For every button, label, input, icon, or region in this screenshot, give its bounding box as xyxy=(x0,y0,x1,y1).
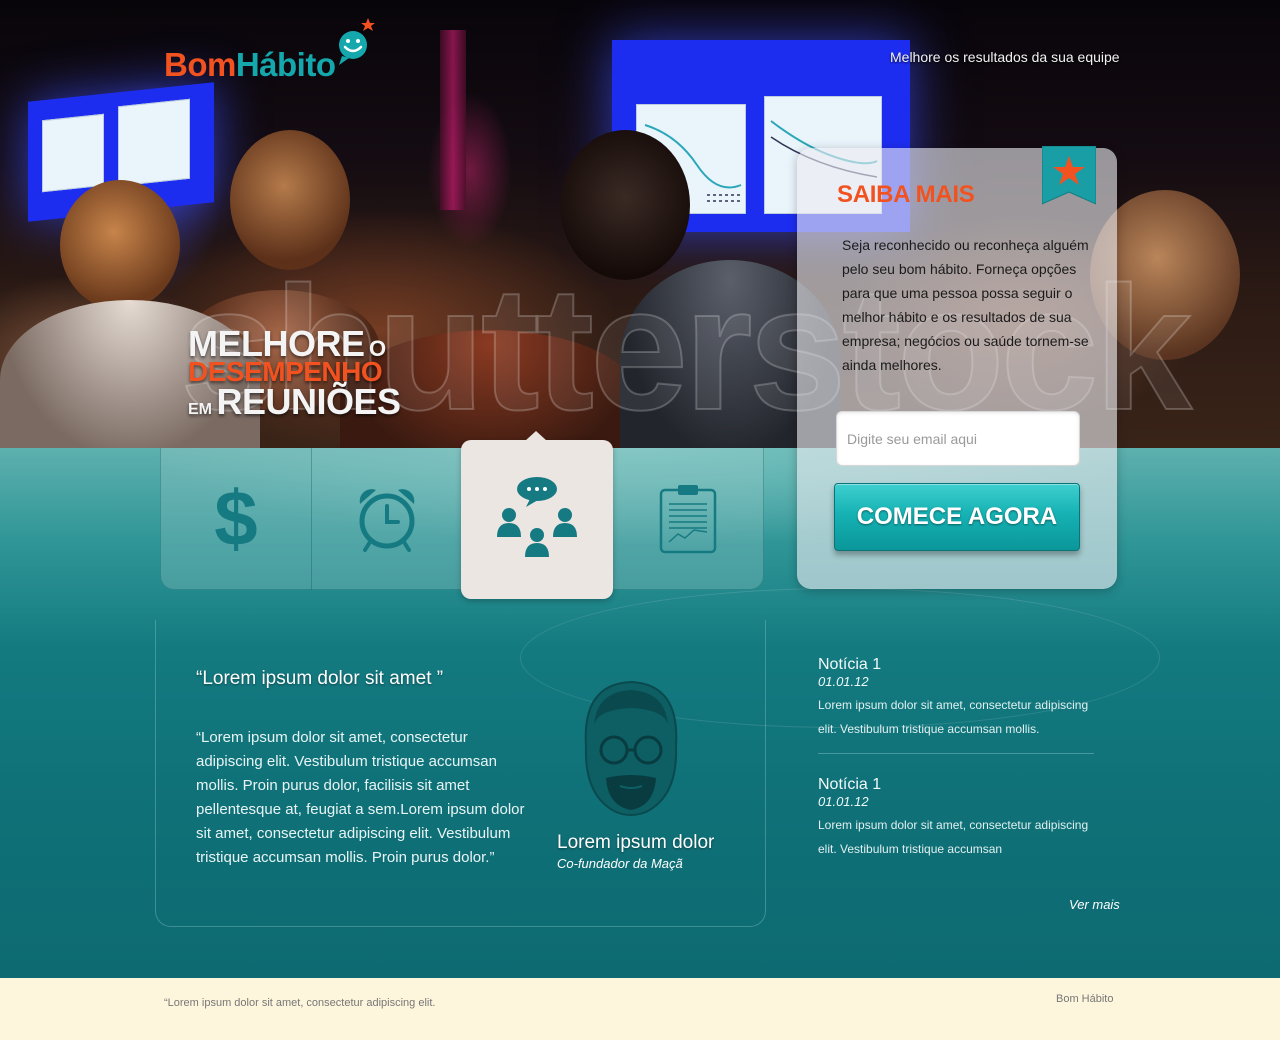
testimonial-title: “Lorem ipsum dolor sit amet ” xyxy=(196,668,444,689)
tab-team[interactable] xyxy=(461,431,613,599)
hero-headline: MELHORE O DESEMPENHO EM REUNIÕES xyxy=(188,326,401,420)
clipboard-chart-icon xyxy=(659,485,717,554)
news-divider xyxy=(818,753,1094,754)
team-chat-icon xyxy=(497,476,577,557)
news-date: 01.01.12 xyxy=(818,674,869,689)
news-text: Lorem ipsum dolor sit amet, consectetur … xyxy=(818,698,1089,736)
tab-reports[interactable] xyxy=(613,448,763,590)
news-item[interactable]: Notícia 1 01.01.12 Lorem ipsum dolor sit… xyxy=(818,656,1094,741)
signup-description: Seja reconhecido ou reconheça alguém pel… xyxy=(842,237,1089,373)
news-list: Notícia 1 01.01.12 Lorem ipsum dolor sit… xyxy=(818,656,1094,861)
testimonial-card: “Lorem ipsum dolor sit amet ” “Lorem ips… xyxy=(155,620,766,927)
smiley-logo-icon xyxy=(339,18,375,65)
person-portrait xyxy=(584,680,678,816)
logo[interactable]: BomHábito xyxy=(164,46,336,84)
testimonial-body: “Lorem ipsum dolor sit amet, consectetur… xyxy=(196,729,525,866)
email-input[interactable] xyxy=(836,411,1080,466)
headline-reunioes: REUNIÕES xyxy=(216,381,401,422)
audience-member xyxy=(60,180,180,310)
dollar-icon: $ xyxy=(214,479,257,559)
header-tagline: Melhore os resultados da sua equipe xyxy=(890,49,1120,65)
tab-time[interactable] xyxy=(312,448,462,590)
logo-text-bom: Bom xyxy=(164,46,236,83)
news-item[interactable]: Notícia 1 01.01.12 Lorem ipsum dolor sit… xyxy=(818,776,1094,861)
testimonial-person-name: Lorem ipsum dolor xyxy=(557,832,715,853)
tab-finance[interactable]: $ xyxy=(161,448,311,590)
stage-curtain xyxy=(440,30,466,210)
news-title[interactable]: Notícia 1 xyxy=(818,776,1094,794)
star-icon xyxy=(1042,146,1096,205)
footer-quote: “Lorem ipsum dolor sit amet, consectetur… xyxy=(164,997,436,1009)
svg-text:$: $ xyxy=(214,479,257,559)
headline-em: EM xyxy=(188,401,212,418)
footer: “Lorem ipsum dolor sit amet, consectetur… xyxy=(0,978,1280,1040)
testimonial-person-role: Co-fundador da Maçã xyxy=(557,856,683,871)
alarm-clock-icon xyxy=(359,489,415,552)
start-now-button[interactable]: COMECE AGORA xyxy=(834,483,1080,551)
news-date: 01.01.12 xyxy=(818,794,869,809)
news-title[interactable]: Notícia 1 xyxy=(818,656,1094,674)
logo-text-habito: Hábito xyxy=(235,46,336,83)
signup-panel: SAIBA MAIS Seja reconhecido ou reconheça… xyxy=(797,146,1117,589)
see-more-link[interactable]: Ver mais xyxy=(1069,897,1120,912)
news-text: Lorem ipsum dolor sit amet, consectetur … xyxy=(818,818,1089,856)
signup-title: SAIBA MAIS xyxy=(837,181,975,208)
footer-brand: Bom Hábito xyxy=(1056,993,1114,1005)
